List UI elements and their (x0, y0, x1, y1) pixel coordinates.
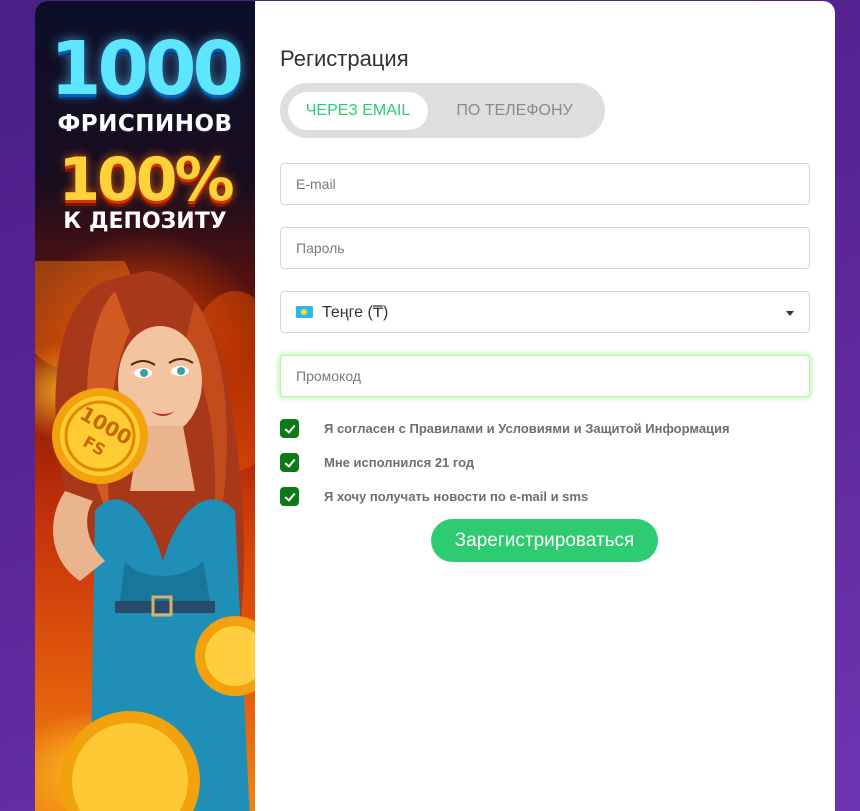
newsletter-checkbox[interactable] (280, 486, 299, 506)
banner-freespins-label: ФРИСПИНОВ (57, 111, 233, 137)
email-field[interactable] (296, 176, 794, 192)
terms-checkbox-label: Я согласен с Правилами и Условиями и Защ… (324, 420, 730, 436)
currency-select[interactable]: Теңге (₸) (280, 291, 810, 333)
banner-bonus-percent: 100% (58, 145, 234, 215)
promo-field-wrapper (280, 355, 810, 397)
register-button[interactable]: Зарегистрироваться (431, 519, 658, 562)
password-field-wrapper (280, 227, 810, 269)
tab-phone[interactable]: ПО ТЕЛЕФОНУ (432, 92, 597, 130)
password-field[interactable] (296, 240, 794, 256)
banner-deposit-label: К ДЕПОЗИТУ (63, 209, 227, 234)
age-checkbox[interactable] (280, 452, 299, 472)
terms-checkbox-row: Я согласен с Правилами и Условиями и Защ… (280, 418, 730, 438)
chevron-down-icon (786, 311, 794, 316)
newsletter-checkbox-label: Я хочу получать новости по e-mail и sms (324, 488, 589, 504)
age-checkbox-label: Мне исполнился 21 год (324, 454, 475, 470)
page-title: Регистрация (280, 46, 409, 71)
banner-freespins-number: 1000 (50, 26, 244, 112)
currency-selected-value: Теңге (₸) (322, 304, 389, 321)
banner-character-illustration: 1000 FS (35, 261, 255, 811)
registration-modal: 1000 ФРИСПИНОВ 100% К ДЕПОЗИТУ 1000 FS Р… (35, 1, 835, 811)
terms-checkbox[interactable] (280, 418, 299, 438)
age-checkbox-row: Мне исполнился 21 год (280, 452, 474, 472)
promo-banner: 1000 ФРИСПИНОВ 100% К ДЕПОЗИТУ 1000 FS (35, 1, 255, 811)
tab-email[interactable]: ЧЕРЕЗ EMAIL (288, 91, 428, 130)
kz-flag-icon (296, 306, 313, 318)
registration-method-tabs: ЧЕРЕЗ EMAIL ПО ТЕЛЕФОНУ (280, 83, 605, 138)
promo-code-field[interactable] (296, 368, 794, 384)
newsletter-checkbox-row: Я хочу получать новости по e-mail и sms (280, 486, 588, 506)
email-field-wrapper (280, 163, 810, 205)
